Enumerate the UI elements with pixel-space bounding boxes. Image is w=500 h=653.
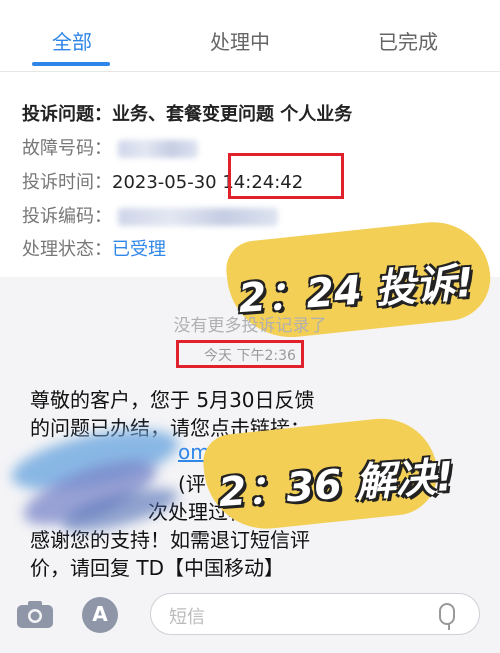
status-row: 处理状态：已受理 <box>22 235 166 261</box>
time-highlight-box <box>228 153 344 199</box>
camera-icon[interactable] <box>16 599 54 629</box>
tab-completed[interactable]: 已完成 <box>378 26 438 55</box>
sms-input-placeholder: 短信 <box>169 607 205 628</box>
active-tab-indicator <box>32 62 110 66</box>
issue-label: 投诉问题： <box>22 104 112 125</box>
complaint-time-label: 投诉时间： <box>22 172 112 193</box>
microphone-icon[interactable] <box>439 603 455 625</box>
timestamp-highlight-box <box>176 340 304 368</box>
issue-value: 业务、套餐变更问题 个人业务 <box>112 104 353 125</box>
status-label: 处理状态： <box>22 239 112 260</box>
message-input-bar: A 短信 <box>0 585 500 653</box>
tab-processing[interactable]: 处理中 <box>210 26 270 55</box>
status-badge: 已受理 <box>112 239 166 260</box>
fault-number-label: 故障号码： <box>22 138 112 159</box>
app-store-icon[interactable]: A <box>82 597 118 633</box>
tab-bar: 全部 处理中 已完成 <box>0 0 500 72</box>
no-more-records: 没有更多投诉记录了 <box>173 316 327 336</box>
sms-input[interactable]: 短信 <box>150 593 480 635</box>
tab-all[interactable]: 全部 <box>52 26 92 55</box>
complaint-code-row: 投诉编码： <box>22 202 278 228</box>
fault-number-row: 故障号码： <box>22 134 198 160</box>
message-line-6: 价，请回复 TD【中国移动】 <box>30 556 284 580</box>
complaint-date: 2023-05-30 <box>112 172 217 193</box>
redacted-fault-number <box>117 140 198 158</box>
message-line-1: 尊敬的客户，您于 5月30日反馈 <box>30 388 315 412</box>
complaint-code-label: 投诉编码： <box>22 206 112 227</box>
redacted-complaint-code <box>117 208 278 226</box>
microphone-stand <box>448 624 450 630</box>
message-line-3: (评 <box>178 472 206 496</box>
complaint-issue-row: 投诉问题：业务、套餐变更问题 个人业务 <box>22 100 352 126</box>
